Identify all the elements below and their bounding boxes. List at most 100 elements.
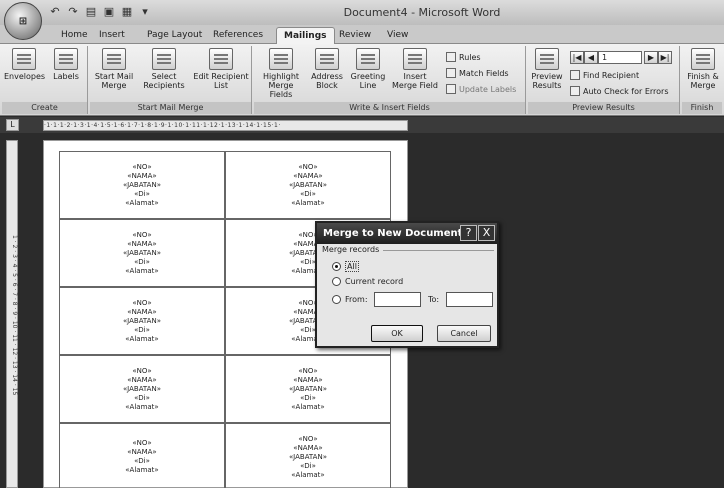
close-button[interactable]: X	[478, 225, 495, 241]
merge-field: «NAMA»	[293, 443, 323, 452]
update-labels-icon	[446, 84, 456, 94]
greeting-line-button[interactable]: Greeting Line	[348, 48, 388, 90]
merge-field: «JABATAN»	[289, 452, 327, 461]
select-recipients-button[interactable]: Select Recipients	[138, 48, 190, 90]
tab-home[interactable]: Home	[54, 27, 95, 44]
next-record-button[interactable]: ▶	[644, 51, 658, 64]
merge-field: «Alamat»	[291, 198, 325, 207]
mail-merge-label[interactable]: «NO» «NAMA» «JABATAN» «Di» «Alamat»	[59, 355, 225, 423]
radio-all-label: All	[345, 261, 359, 272]
merge-field: «Di»	[300, 189, 316, 198]
merge-field: «NAMA»	[127, 448, 157, 456]
tab-view[interactable]: View	[380, 27, 415, 44]
mail-merge-label[interactable]: «NO» «NAMA» «JABATAN» «Di» «Alamat»	[59, 287, 225, 355]
merge-field: «NAMA»	[293, 171, 323, 180]
check-errors-icon	[570, 86, 580, 96]
tab-insert[interactable]: Insert	[92, 27, 132, 44]
merge-field: «JABATAN»	[289, 384, 327, 393]
mail-merge-label[interactable]: «NO» «NAMA» «Di» «Alamat»	[59, 423, 225, 488]
highlight-merge-fields-button[interactable]: Highlight Merge Fields	[256, 48, 306, 99]
help-button[interactable]: ?	[460, 225, 477, 241]
update-labels-button[interactable]: Update Labels	[446, 84, 516, 94]
mail-merge-label[interactable]: «NO» «NAMA» «JABATAN» «Di» «Alamat»	[225, 423, 391, 488]
recipients-icon	[152, 48, 176, 70]
merge-field: «Di»	[300, 393, 316, 402]
find-icon	[570, 70, 580, 80]
labels-button[interactable]: Labels	[48, 48, 84, 81]
merge-to-new-document-dialog: Merge to New Document ? X Merge records …	[315, 221, 499, 348]
merge-field: «NO»	[132, 298, 152, 307]
match-fields-icon	[446, 68, 456, 78]
insert-merge-field-button[interactable]: Insert Merge Field	[390, 48, 440, 90]
preview-results-button[interactable]: Preview Results	[530, 48, 564, 90]
office-logo-icon: ⊞	[18, 15, 28, 27]
ribbon: Envelopes Labels Create Start Mail Merge…	[0, 44, 724, 116]
magnifier-icon	[535, 48, 559, 70]
merge-field: «NAMA»	[127, 171, 157, 180]
tab-selector[interactable]: L	[6, 119, 19, 131]
group-label-start-mail-merge: Start Mail Merge	[90, 102, 251, 114]
labels-icon	[54, 48, 78, 70]
merge-field: «Di»	[134, 325, 150, 334]
radio-all[interactable]: All	[332, 261, 359, 272]
group-label-finish: Finish	[682, 102, 722, 114]
merge-field: «Alamat»	[125, 466, 159, 474]
tab-page-layout[interactable]: Page Layout	[140, 27, 209, 44]
auto-check-errors-button[interactable]: Auto Check for Errors	[570, 86, 668, 96]
address-block-icon	[315, 48, 339, 70]
ribbon-tabs: Home Insert Page Layout References Maili…	[0, 25, 724, 44]
envelopes-button[interactable]: Envelopes	[4, 48, 45, 81]
from-field[interactable]	[374, 292, 421, 307]
merge-field: «Di»	[300, 257, 316, 266]
merge-field: «NO»	[132, 366, 152, 375]
tab-references[interactable]: References	[206, 27, 270, 44]
cancel-button[interactable]: Cancel	[437, 325, 491, 342]
group-label-write-insert: Write & Insert Fields	[254, 102, 525, 114]
start-mail-merge-button[interactable]: Start Mail Merge	[92, 48, 136, 90]
horizontal-ruler[interactable]: ·1·1·1·2·1·3·1·4·1·5·1·6·1·7·1·8·1·9·1·1…	[43, 120, 408, 131]
merge-field: «Di»	[134, 457, 150, 465]
radio-current-record[interactable]: Current record	[332, 277, 403, 286]
merge-records-group: Merge records All Current record From: T…	[322, 245, 494, 318]
mail-merge-label[interactable]: «NO» «NAMA» «JABATAN» «Di» «Alamat»	[59, 219, 225, 287]
window-title: Document4 - Microsoft Word	[343, 6, 501, 19]
ok-button[interactable]: OK	[371, 325, 423, 342]
greeting-line-icon	[356, 48, 380, 70]
merge-field: «NO»	[132, 162, 152, 171]
office-button[interactable]: ⊞	[4, 2, 42, 40]
merge-field: «Di»	[300, 461, 316, 470]
to-label: To:	[428, 295, 440, 304]
merge-field: «Di»	[134, 257, 150, 266]
document-icon	[102, 48, 126, 70]
tab-mailings[interactable]: Mailings	[276, 27, 335, 44]
find-recipient-button[interactable]: Find Recipient	[570, 70, 639, 80]
to-field[interactable]	[446, 292, 493, 307]
merge-field: «NO»	[298, 366, 318, 375]
edit-recipient-list-button[interactable]: Edit Recipient List	[192, 48, 250, 90]
merge-field: «NAMA»	[127, 307, 157, 316]
ruler-strip: L ·1·1·1·2·1·3·1·4·1·5·1·6·1·7·1·8·1·9·1…	[0, 117, 724, 133]
merge-field: «Di»	[134, 393, 150, 402]
merge-field: «JABATAN»	[289, 180, 327, 189]
match-fields-button[interactable]: Match Fields	[446, 68, 509, 78]
mail-merge-label[interactable]: «NO» «NAMA» «JABATAN» «Di» «Alamat»	[225, 355, 391, 423]
previous-record-button[interactable]: ◀	[584, 51, 598, 64]
rules-button[interactable]: Rules	[446, 52, 481, 62]
finish-merge-button[interactable]: Finish & Merge	[684, 48, 722, 90]
group-finish: Finish & Merge Finish	[682, 46, 722, 114]
mail-merge-label[interactable]: «NO» «NAMA» «JABATAN» «Di» «Alamat»	[59, 151, 225, 219]
radio-from[interactable]: From:	[332, 295, 368, 304]
merge-field: «NAMA»	[127, 375, 157, 384]
last-record-button[interactable]: ▶|	[658, 51, 672, 64]
first-record-button[interactable]: |◀	[570, 51, 584, 64]
tab-review[interactable]: Review	[332, 27, 378, 44]
vertical-ruler[interactable]: 1 · 2 · 3 · 4 · 5 · 6 · 7 · 8 · 9 · 10 ·…	[6, 140, 18, 488]
group-write-insert-fields: Highlight Merge Fields Address Block Gre…	[254, 46, 526, 114]
address-block-button[interactable]: Address Block	[308, 48, 346, 90]
radio-current-indicator	[332, 277, 341, 286]
vertical-ruler-marks: 1 · 2 · 3 · 4 · 5 · 6 · 7 · 8 · 9 · 10 ·…	[11, 234, 18, 396]
merge-field: «JABATAN»	[123, 180, 161, 189]
mail-merge-label[interactable]: «NO» «NAMA» «JABATAN» «Di» «Alamat»	[225, 151, 391, 219]
record-number-input[interactable]: 1	[598, 51, 642, 64]
merge-field: «Alamat»	[291, 470, 325, 479]
